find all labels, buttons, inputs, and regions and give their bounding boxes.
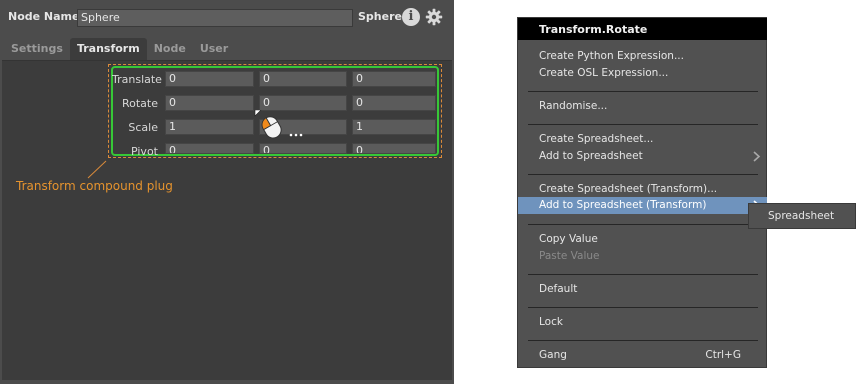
context-menu: Transform.Rotate Create Python Expressio…	[517, 17, 767, 368]
menu-item-default[interactable]: Default	[518, 281, 767, 298]
annotation-leader-line	[87, 160, 107, 179]
node-name-field[interactable]: Sphere	[77, 9, 353, 27]
menu-separator	[528, 91, 758, 92]
menu-item-randomise[interactable]: Randomise...	[518, 98, 767, 115]
shortcut-label: Ctrl+G	[705, 349, 741, 361]
menu-item-gang[interactable]: Gang Ctrl+G	[518, 347, 767, 364]
tab-settings[interactable]: Settings	[4, 38, 70, 60]
pivot-z-field[interactable]: 0	[352, 143, 436, 154]
menu-item-create-osl-expression[interactable]: Create OSL Expression...	[518, 65, 767, 82]
scale-x-field[interactable]: 1	[165, 119, 254, 135]
node-name-label: Node Name	[8, 10, 80, 23]
menu-separator	[528, 124, 758, 125]
menu-item-create-spreadsheet[interactable]: Create Spreadsheet...	[518, 131, 767, 148]
menu-item-create-spreadsheet-transform[interactable]: Create Spreadsheet (Transform)...	[518, 181, 767, 198]
info-icon[interactable]: i	[402, 8, 420, 26]
rotate-y-field[interactable]: 0	[259, 95, 347, 111]
menu-item-label: Gang	[539, 349, 567, 361]
rotate-z-field[interactable]: 0	[352, 95, 436, 111]
rotate-label: Rotate	[121, 97, 158, 110]
menu-item-label: Add to Spreadsheet	[539, 150, 643, 162]
translate-x-field[interactable]: 0	[165, 71, 254, 87]
tab-user[interactable]: User	[193, 38, 235, 60]
menu-separator	[528, 307, 758, 308]
node-type-label: Sphere	[358, 10, 402, 23]
translate-label: Translate	[112, 73, 162, 86]
scale-z-field[interactable]: 1	[352, 119, 436, 135]
editor-header: Node Name Sphere Sphere i	[0, 0, 454, 36]
pivot-label: Pivot	[130, 145, 158, 158]
gear-icon[interactable]	[425, 8, 443, 26]
submenu-item-spreadsheet[interactable]: Spreadsheet	[768, 210, 834, 222]
tab-bar: Settings Transform Node User	[4, 38, 235, 60]
menu-separator	[528, 340, 758, 341]
menu-item-lock[interactable]: Lock	[518, 314, 767, 331]
pivot-x-field[interactable]: 0	[165, 143, 254, 154]
menu-item-paste-value: Paste Value	[539, 250, 600, 262]
menu-separator	[528, 274, 758, 275]
menu-separator	[528, 224, 758, 225]
tab-transform[interactable]: Transform	[69, 38, 147, 60]
menu-item-create-python-expression[interactable]: Create Python Expression...	[518, 48, 767, 65]
pivot-y-field[interactable]: 0	[259, 143, 347, 154]
chevron-right-icon	[753, 151, 761, 162]
menu-item-add-to-spreadsheet[interactable]: Add to Spreadsheet	[518, 148, 767, 165]
menu-item-label: Add to Spreadsheet (Transform)	[539, 199, 707, 211]
menu-item-add-to-spreadsheet-transform[interactable]: Add to Spreadsheet (Transform)	[518, 197, 767, 214]
rotate-x-field[interactable]: 0	[165, 95, 254, 111]
menu-separator	[528, 174, 758, 175]
scale-label: Scale	[128, 121, 158, 134]
annotation-label: Transform compound plug	[16, 179, 173, 193]
spreadsheet-submenu: Spreadsheet	[748, 203, 856, 229]
translate-z-field[interactable]: 0	[352, 71, 436, 87]
menu-title: Transform.Rotate	[518, 18, 767, 40]
mouse-left-click-icon	[254, 110, 303, 139]
node-editor-panel: Node Name Sphere Sphere i Settings Trans…	[0, 0, 454, 384]
tab-node[interactable]: Node	[147, 38, 193, 60]
menu-item-copy-value[interactable]: Copy Value	[518, 231, 767, 248]
translate-y-field[interactable]: 0	[259, 71, 347, 87]
